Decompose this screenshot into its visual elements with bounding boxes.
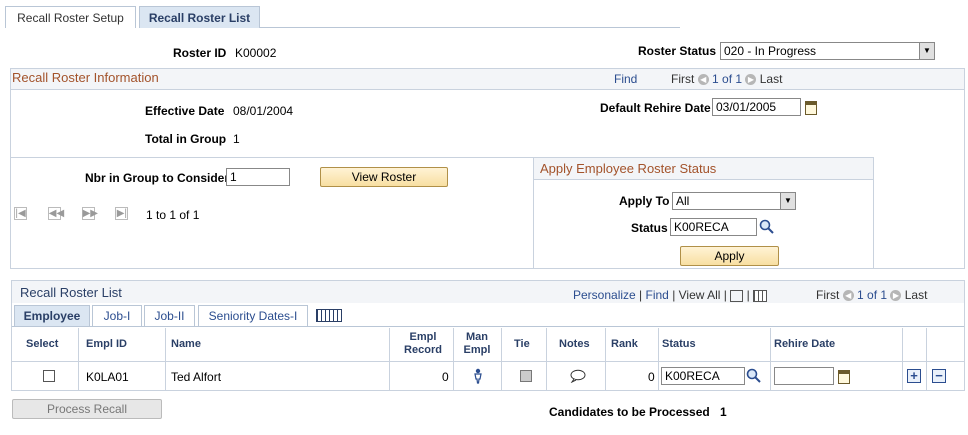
row-status-field[interactable]: K00RECA — [661, 367, 745, 385]
previous-icon[interactable]: ◀ — [842, 290, 854, 302]
next-icon[interactable]: ▶ — [745, 74, 757, 86]
row-name: Ted Alfort — [171, 370, 222, 384]
subtab-job-ii[interactable]: Job-II — [144, 305, 195, 327]
record-count: 1 of 1 — [712, 72, 743, 86]
row-rank: 0 — [648, 370, 655, 384]
first-label: First — [671, 72, 695, 86]
column-notes: Notes — [559, 338, 590, 350]
grid-icon[interactable] — [753, 289, 768, 302]
download-icon[interactable] — [730, 289, 744, 302]
nbr-in-group-field[interactable]: 1 — [226, 168, 290, 186]
apply-to-value: All — [676, 194, 690, 208]
next-icon[interactable]: ▶ — [890, 290, 902, 302]
subtab-label: Employee — [23, 309, 81, 323]
column-rank: Rank — [611, 338, 638, 350]
column-rehire-date: Rehire Date — [774, 338, 836, 350]
default-rehire-date-field[interactable]: 03/01/2005 — [712, 98, 801, 116]
previous-page-icon[interactable]: ◀◀ — [47, 207, 64, 220]
list-find-link[interactable]: Find — [646, 288, 669, 302]
roster-status-value: 020 - In Progress — [724, 44, 817, 58]
tie-checkbox — [520, 370, 532, 382]
column-select: Select — [26, 338, 59, 350]
last-label: Last — [904, 288, 928, 302]
calendar-icon[interactable] — [805, 101, 817, 115]
previous-icon[interactable]: ◀ — [697, 74, 709, 86]
roster-status-select[interactable]: 020 - In Progress ▼ — [720, 42, 935, 60]
column-empl-record: Empl Record — [404, 331, 442, 356]
tab-label: Recall Roster List — [148, 11, 251, 25]
total-in-group-value: 1 — [233, 132, 240, 146]
column-name: Name — [171, 338, 201, 350]
roster-id-label: Roster ID — [173, 46, 227, 60]
effective-date-label: Effective Date — [145, 104, 225, 118]
first-label: First — [816, 288, 840, 302]
first-page-icon[interactable]: |◀ — [14, 207, 27, 220]
info-nav: First ◀ 1 of 1 ▶ Last — [671, 72, 782, 86]
row-rehire-date-field[interactable] — [774, 367, 834, 385]
calendar-icon[interactable] — [838, 370, 850, 384]
candidates-value: 1 — [720, 405, 727, 419]
info-section-title: Recall Roster Information — [12, 70, 159, 85]
apply-status-title: Apply Employee Roster Status — [540, 161, 717, 176]
subtab-employee[interactable]: Employee — [14, 305, 90, 327]
roster-status-label: Roster Status — [638, 44, 717, 58]
delete-row-button[interactable]: − — [932, 369, 946, 383]
personalize-link[interactable]: Personalize — [573, 288, 636, 302]
column-man-empl: Man Empl — [463, 331, 491, 356]
roster-id-value: K00002 — [235, 46, 277, 60]
tab-recall-roster-list[interactable]: Recall Roster List — [139, 6, 260, 28]
list-grid-tools: Personalize | Find | View All | | — [573, 288, 768, 302]
apply-to-label: Apply To — [619, 194, 670, 208]
info-find-link[interactable]: Find — [614, 72, 637, 86]
pager-icons: |◀ ◀◀ ▶▶ ▶| — [14, 207, 129, 220]
row-emplid: K0LA01 — [86, 370, 129, 384]
nbr-in-group-label: Nbr in Group to Consider — [85, 171, 229, 185]
record-count: 1 of 1 — [857, 288, 888, 302]
apply-to-select[interactable]: All ▼ — [672, 192, 796, 210]
dropdown-arrow-icon: ▼ — [919, 43, 934, 59]
view-roster-button[interactable]: View Roster — [320, 167, 448, 187]
manager-person-icon[interactable] — [472, 368, 484, 384]
pager-range: 1 to 1 of 1 — [146, 208, 200, 222]
tab-label: Recall Roster Setup — [17, 11, 124, 25]
subtab-label: Seniority Dates-I — [208, 309, 298, 323]
tab-baseline — [260, 27, 680, 28]
status-field[interactable]: K00RECA — [670, 218, 757, 236]
column-status: Status — [662, 338, 696, 350]
subtab-label: Job-I — [103, 309, 131, 323]
candidates-label: Candidates to be Processed — [549, 405, 710, 419]
apply-button[interactable]: Apply — [680, 246, 779, 266]
select-checkbox[interactable] — [43, 370, 55, 382]
column-tie: Tie — [514, 338, 530, 350]
subtab-label: Job-II — [154, 309, 185, 323]
add-row-button[interactable]: + — [907, 369, 921, 383]
last-label: Last — [759, 72, 783, 86]
status-label: Status — [631, 221, 668, 235]
list-title: Recall Roster List — [20, 285, 122, 300]
last-page-icon[interactable]: ▶| — [115, 207, 129, 220]
lookup-icon[interactable] — [759, 219, 775, 235]
tab-recall-roster-setup[interactable]: Recall Roster Setup — [5, 6, 136, 28]
process-recall-button[interactable]: Process Recall — [12, 399, 162, 419]
next-page-icon[interactable]: ▶▶ — [81, 207, 98, 220]
list-nav: First ◀ 1 of 1 ▶ Last — [816, 288, 927, 302]
dropdown-arrow-icon: ▼ — [780, 193, 795, 209]
lookup-icon[interactable] — [746, 368, 762, 384]
row-empl-record: 0 — [442, 370, 449, 384]
subtab-job-i[interactable]: Job-I — [92, 305, 142, 327]
subtab-seniority-dates-i[interactable]: Seniority Dates-I — [198, 305, 308, 327]
section-divider — [11, 157, 535, 158]
show-all-columns-icon[interactable] — [316, 309, 342, 322]
effective-date-value: 08/01/2004 — [233, 104, 294, 118]
column-emplid: Empl ID — [86, 338, 127, 350]
default-rehire-date-label: Default Rehire Date — [600, 101, 711, 115]
notes-icon[interactable] — [570, 369, 586, 383]
total-in-group-label: Total in Group — [145, 132, 227, 146]
view-all-link[interactable]: View All — [679, 288, 721, 302]
